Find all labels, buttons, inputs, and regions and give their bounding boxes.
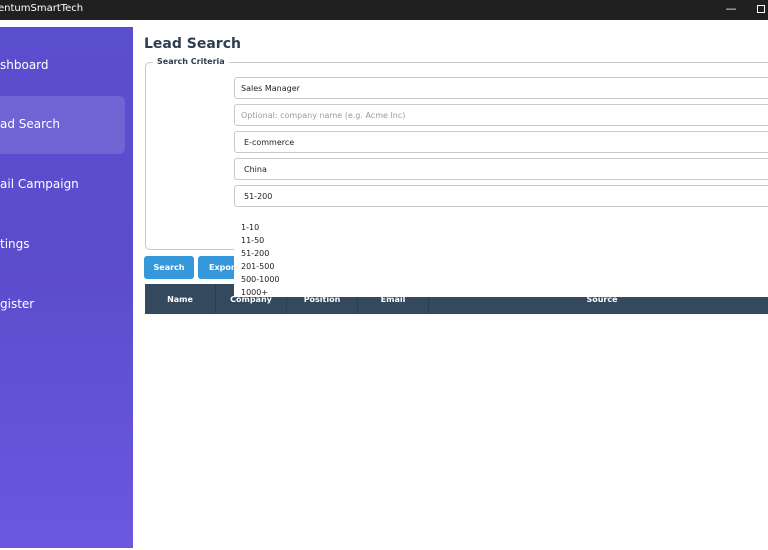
company-input[interactable]: Optional: company name (e.g. Acme Inc) [234,104,768,126]
sidebar-item-label: gister [0,297,35,311]
page-title: Lead Search [144,36,241,52]
column-header-label: Name [167,295,193,304]
maximize-icon [757,5,765,13]
company-size-dropdown-list: 1-10 11-50 51-200 201-500 500-1000 1000+ [234,218,768,297]
sidebar-item-label: shboard [0,58,49,72]
company-size-select-value: 51-200 [244,192,273,201]
dropdown-option[interactable]: 1-10 [241,223,259,232]
company-size-select[interactable]: 51-200 [234,185,768,207]
country-select-value: China [244,165,267,174]
industry-select[interactable]: E-commerce [234,131,768,153]
sidebar-item-label: ad Search [0,117,61,131]
sidebar-item-label: ail Campaign [0,177,79,191]
position-input[interactable]: Sales Manager [234,77,768,99]
minimize-button[interactable]: — [720,0,742,20]
sidebar-item-settings[interactable]: tings [0,216,125,274]
sidebar-item-email-campaign[interactable]: ail Campaign [0,156,125,214]
title-bar: entumSmartTech — [0,0,768,20]
maximize-button[interactable] [750,0,768,20]
search-button[interactable]: Search [144,256,194,279]
dropdown-option[interactable]: 201-500 [241,262,274,271]
sidebar-item-dashboard[interactable]: shboard [0,37,125,95]
country-select[interactable]: China [234,158,768,180]
dropdown-option[interactable]: 11-50 [241,236,264,245]
window-title: entumSmartTech [0,3,84,14]
dropdown-option[interactable]: 51-200 [241,249,269,258]
sidebar-item-lead-search[interactable]: ad Search [0,96,125,154]
company-input-placeholder: Optional: company name (e.g. Acme Inc) [241,111,406,120]
dropdown-option[interactable]: 1000+ [241,288,268,297]
sidebar: shboard ad Search ail Campaign tings gis… [0,27,133,548]
search-button-label: Search [153,263,185,272]
search-criteria-legend: Search Criteria [153,57,229,66]
column-header-name[interactable]: Name [145,284,216,314]
industry-select-value: E-commerce [244,138,295,147]
dropdown-option[interactable]: 500-1000 [241,275,280,284]
sidebar-item-register[interactable]: gister [0,276,125,334]
position-input-value: Sales Manager [241,84,300,93]
sidebar-item-label: tings [0,237,30,251]
